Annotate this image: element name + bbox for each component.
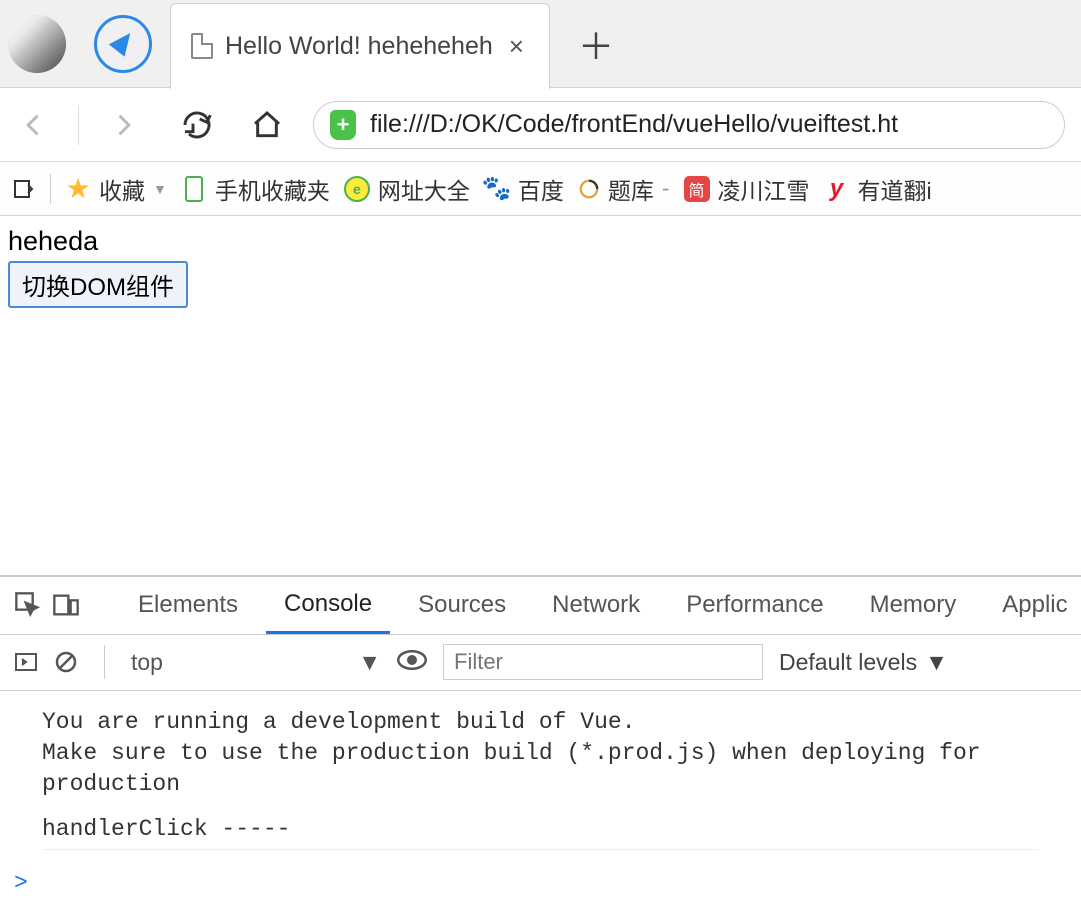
home-button[interactable]	[249, 109, 285, 141]
360-icon: e	[344, 176, 370, 202]
divider	[104, 645, 105, 679]
youdao-icon: y	[824, 176, 850, 202]
bookmark-label: 收藏	[99, 172, 145, 206]
bookmark-toggle-icon[interactable]	[12, 177, 36, 201]
bookmark-baidu[interactable]: 🐾 百度	[484, 172, 564, 206]
bookmarks-bar: ★ 收藏 ▼ 手机收藏夹 e 网址大全 🐾 百度 题库 - 简 凌川江雪 y 有…	[0, 162, 1081, 216]
shield-icon	[330, 110, 356, 140]
chevron-down-icon: ▼	[153, 181, 167, 197]
star-icon: ★	[65, 176, 91, 202]
jian-icon: 简	[684, 176, 710, 202]
tab-performance[interactable]: Performance	[668, 576, 841, 634]
execution-context-select[interactable]: top ▼	[131, 649, 381, 676]
page-text: heheda	[8, 226, 1073, 257]
navigation-icon[interactable]	[94, 15, 152, 73]
tab-elements[interactable]: Elements	[120, 576, 256, 634]
tab-title: Hello World! heheheheh	[225, 32, 493, 61]
context-label: top	[131, 649, 163, 676]
devtools-tabs: Elements Console Sources Network Perform…	[0, 577, 1081, 635]
toggle-dom-button[interactable]: 切换DOM组件	[8, 261, 188, 308]
chevron-down-icon: ▼	[925, 649, 948, 676]
live-expression-icon[interactable]	[397, 649, 427, 676]
phone-icon	[185, 176, 203, 202]
bookmark-label: 网址大全	[378, 172, 470, 206]
bookmark-label: 凌川江雪	[718, 172, 810, 206]
page-icon	[191, 33, 213, 59]
toolbar: file:///D:/OK/Code/frontEnd/vueHello/vue…	[0, 88, 1081, 162]
console-output: You are running a development build of V…	[0, 691, 1081, 862]
filter-input[interactable]	[443, 644, 763, 680]
console-toolbar: top ▼ Default levels ▼	[0, 635, 1081, 691]
devtools-panel: Elements Console Sources Network Perform…	[0, 575, 1081, 904]
chevron-down-icon: ▼	[358, 649, 381, 676]
tiku-icon	[578, 178, 600, 200]
divider	[50, 174, 51, 204]
log-line: Make sure to use the production build (*…	[42, 738, 1039, 800]
log-levels-select[interactable]: Default levels ▼	[779, 649, 948, 676]
log-line: You are running a development build of V…	[42, 707, 1039, 738]
tab-network[interactable]: Network	[534, 576, 658, 634]
inspect-element-icon[interactable]	[14, 591, 42, 619]
back-button[interactable]	[16, 111, 52, 139]
console-prompt[interactable]: >	[0, 862, 1081, 904]
browser-tab[interactable]: Hello World! heheheheh ×	[170, 3, 550, 89]
new-tab-button[interactable]: ＋	[578, 18, 614, 70]
divider	[78, 105, 79, 145]
prompt-caret-icon: >	[14, 870, 28, 896]
levels-label: Default levels	[779, 649, 917, 676]
clear-console-icon[interactable]	[54, 650, 78, 674]
console-message: handlerClick -----	[42, 810, 1039, 850]
reload-button[interactable]	[179, 109, 215, 141]
bookmark-label: 题库	[608, 172, 654, 206]
baidu-icon: 🐾	[484, 176, 510, 202]
tab-console[interactable]: Console	[266, 576, 390, 634]
bookmark-youdao[interactable]: y 有道翻i	[824, 172, 932, 206]
bookmark-label: 有道翻i	[858, 172, 932, 206]
bookmark-favorites[interactable]: ★ 收藏 ▼	[65, 172, 167, 206]
console-sidebar-icon[interactable]	[14, 650, 38, 674]
bookmark-label: 百度	[518, 172, 564, 206]
device-toolbar-icon[interactable]	[52, 591, 80, 619]
url-bar[interactable]: file:///D:/OK/Code/frontEnd/vueHello/vue…	[313, 101, 1065, 149]
bookmark-label: 手机收藏夹	[215, 172, 330, 206]
bookmark-lingchuan[interactable]: 简 凌川江雪	[684, 172, 810, 206]
close-tab-icon[interactable]: ×	[509, 31, 524, 62]
log-line: handlerClick -----	[42, 814, 1039, 845]
tab-bar: Hello World! heheheheh × ＋	[0, 0, 1081, 88]
avatar[interactable]	[8, 15, 66, 73]
bookmark-urls[interactable]: e 网址大全	[344, 172, 470, 206]
tab-sources[interactable]: Sources	[400, 576, 524, 634]
page-content: heheda 切换DOM组件	[0, 216, 1081, 632]
bookmark-tiku[interactable]: 题库 -	[578, 172, 670, 206]
location-arrow-icon	[109, 26, 138, 56]
console-message: You are running a development build of V…	[42, 703, 1039, 804]
tab-application[interactable]: Applic	[984, 576, 1081, 634]
tab-memory[interactable]: Memory	[852, 576, 975, 634]
bookmark-mobile-fav[interactable]: 手机收藏夹	[181, 172, 330, 206]
forward-button[interactable]	[105, 111, 141, 139]
url-text: file:///D:/OK/Code/frontEnd/vueHello/vue…	[370, 110, 898, 139]
